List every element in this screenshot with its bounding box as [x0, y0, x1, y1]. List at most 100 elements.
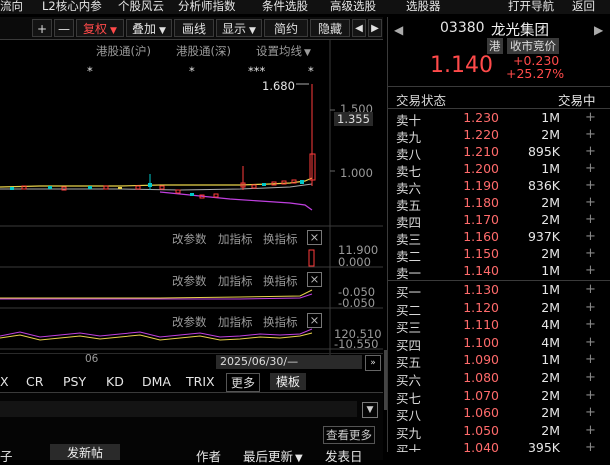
- indicator-tab-psy[interactable]: PSY: [63, 374, 86, 389]
- add-order-icon[interactable]: +: [585, 405, 596, 420]
- add-order-icon[interactable]: +: [585, 178, 596, 193]
- add-order-icon[interactable]: +: [585, 423, 596, 438]
- ask-row[interactable]: [388, 229, 610, 246]
- add-order-icon[interactable]: +: [585, 144, 596, 159]
- panel2-value: 0.000: [338, 255, 371, 269]
- menu-stock-picker[interactable]: 选股器: [406, 0, 441, 14]
- bid-row[interactable]: [388, 405, 610, 423]
- add-order-icon[interactable]: +: [585, 110, 596, 125]
- modify-params-button[interactable]: 改参数: [172, 314, 207, 330]
- add-order-icon[interactable]: +: [585, 127, 596, 142]
- bid-row[interactable]: [388, 388, 610, 406]
- forum-search-bar[interactable]: [0, 401, 357, 417]
- add-order-icon[interactable]: +: [585, 370, 596, 385]
- add-indicator-button[interactable]: 加指标: [218, 314, 253, 330]
- ask-row[interactable]: [388, 178, 610, 195]
- ask-row[interactable]: [388, 144, 610, 161]
- add-order-icon[interactable]: +: [585, 212, 596, 227]
- tab-hk-sh[interactable]: 港股通(沪): [96, 43, 151, 59]
- prev-icon[interactable]: ◀: [352, 19, 366, 37]
- add-indicator-button[interactable]: 加指标: [218, 231, 253, 247]
- indicator-tab-cr[interactable]: CR: [26, 374, 43, 389]
- expand-right-icon[interactable]: »: [365, 355, 381, 371]
- indicator-tab-dma[interactable]: DMA: [142, 374, 171, 389]
- more-indicators-button[interactable]: 更多: [226, 373, 261, 392]
- new-post-button[interactable]: 发新帖: [50, 444, 120, 460]
- add-indicator-button[interactable]: 加指标: [218, 273, 253, 289]
- close-icon[interactable]: ×: [307, 313, 322, 328]
- event-marker[interactable]: ***: [248, 64, 265, 78]
- menu-back[interactable]: 返回: [572, 0, 595, 14]
- view-more-button[interactable]: 查看更多: [323, 426, 375, 444]
- set-ma-button[interactable]: 设置均线 ▼: [256, 43, 311, 59]
- kline-chart-area[interactable]: 港股通(沪) 港股通(深) 设置均线 ▼ * * *** * 1.680 1.50…: [0, 40, 383, 365]
- date-bar: 2025/06/30/— »: [0, 353, 383, 371]
- ask-row[interactable]: [388, 127, 610, 144]
- modify-params-button[interactable]: 改参数: [172, 273, 207, 289]
- bid-row[interactable]: [388, 423, 610, 441]
- add-order-icon[interactable]: +: [585, 195, 596, 210]
- next-icon[interactable]: ▶: [368, 19, 382, 37]
- bid-row[interactable]: [388, 282, 610, 300]
- bid-row[interactable]: [388, 370, 610, 388]
- ask-row[interactable]: [388, 212, 610, 229]
- add-order-icon[interactable]: +: [585, 282, 596, 297]
- indicator-tab-kd[interactable]: KD: [106, 374, 124, 389]
- modify-params-button[interactable]: 改参数: [172, 231, 207, 247]
- publish-column-header[interactable]: 发表日: [325, 446, 363, 465]
- add-order-icon[interactable]: +: [585, 300, 596, 315]
- event-marker[interactable]: *: [189, 64, 195, 78]
- add-order-icon[interactable]: +: [585, 317, 596, 332]
- menu-l2-core[interactable]: L2核心内参: [42, 0, 102, 14]
- next-stock-icon[interactable]: ▶: [594, 23, 603, 37]
- template-button[interactable]: 模板: [270, 373, 307, 390]
- switch-indicator-button[interactable]: 换指标: [263, 231, 298, 247]
- add-order-icon[interactable]: +: [585, 161, 596, 176]
- bid-row[interactable]: [388, 317, 610, 335]
- collapse-icon[interactable]: ▼: [362, 402, 378, 418]
- ask-row[interactable]: [388, 110, 610, 127]
- overlay-button[interactable]: 叠加 ▼: [126, 19, 172, 37]
- add-order-icon[interactable]: +: [585, 229, 596, 244]
- tab-hk-sz[interactable]: 港股通(深): [176, 43, 231, 59]
- zoom-out-button[interactable]: —: [54, 19, 74, 37]
- menu-advanced-select[interactable]: 高级选股: [330, 0, 376, 14]
- top-menu-bar: 流向 L2核心内参 个股风云 分析师指数 条件选股 高级选股 选股器 打开导航 …: [0, 0, 610, 14]
- last-update-column-header[interactable]: 最后更新 ▼: [243, 446, 303, 465]
- switch-indicator-button[interactable]: 换指标: [263, 273, 298, 289]
- draw-line-button[interactable]: 画线: [174, 19, 214, 37]
- prev-stock-icon[interactable]: ◀: [394, 23, 403, 37]
- event-marker[interactable]: *: [308, 64, 314, 78]
- ask-row[interactable]: [388, 263, 610, 280]
- fuquan-button[interactable]: 复权 ▼: [76, 19, 124, 37]
- display-button[interactable]: 显示 ▼: [216, 19, 262, 37]
- market-tag: 港: [487, 38, 503, 54]
- bid-row[interactable]: [388, 352, 610, 370]
- simple-button[interactable]: 简约: [264, 19, 308, 37]
- menu-analyst-index[interactable]: 分析师指数: [178, 0, 236, 14]
- ask-row[interactable]: [388, 161, 610, 178]
- indicator-tab-x[interactable]: X: [0, 374, 9, 389]
- add-order-icon[interactable]: +: [585, 352, 596, 367]
- zoom-in-button[interactable]: +: [32, 19, 52, 37]
- ask-row[interactable]: [388, 246, 610, 263]
- bid-row[interactable]: [388, 335, 610, 353]
- close-icon[interactable]: ×: [307, 272, 322, 287]
- hide-button[interactable]: 隐藏: [310, 19, 350, 37]
- add-order-icon[interactable]: +: [585, 246, 596, 261]
- switch-indicator-button[interactable]: 换指标: [263, 314, 298, 330]
- ask-row[interactable]: [388, 195, 610, 212]
- add-order-icon[interactable]: +: [585, 263, 596, 278]
- add-order-icon[interactable]: +: [585, 335, 596, 350]
- menu-stock-risk[interactable]: 个股风云: [118, 0, 164, 14]
- indicator-tab-trix[interactable]: TRIX: [186, 374, 215, 389]
- menu-liuxiang[interactable]: 流向: [0, 0, 23, 14]
- event-marker[interactable]: *: [87, 64, 93, 78]
- add-order-icon[interactable]: +: [585, 388, 596, 403]
- bid-row[interactable]: [388, 300, 610, 318]
- forum-area: ▼ 查看更多 子 发新帖 作者 最后更新 ▼ 发表日: [0, 393, 383, 464]
- author-column-header[interactable]: 作者: [196, 446, 221, 465]
- close-icon[interactable]: ×: [307, 230, 322, 245]
- menu-open-nav[interactable]: 打开导航: [508, 0, 554, 14]
- menu-condition-select[interactable]: 条件选股: [262, 0, 308, 14]
